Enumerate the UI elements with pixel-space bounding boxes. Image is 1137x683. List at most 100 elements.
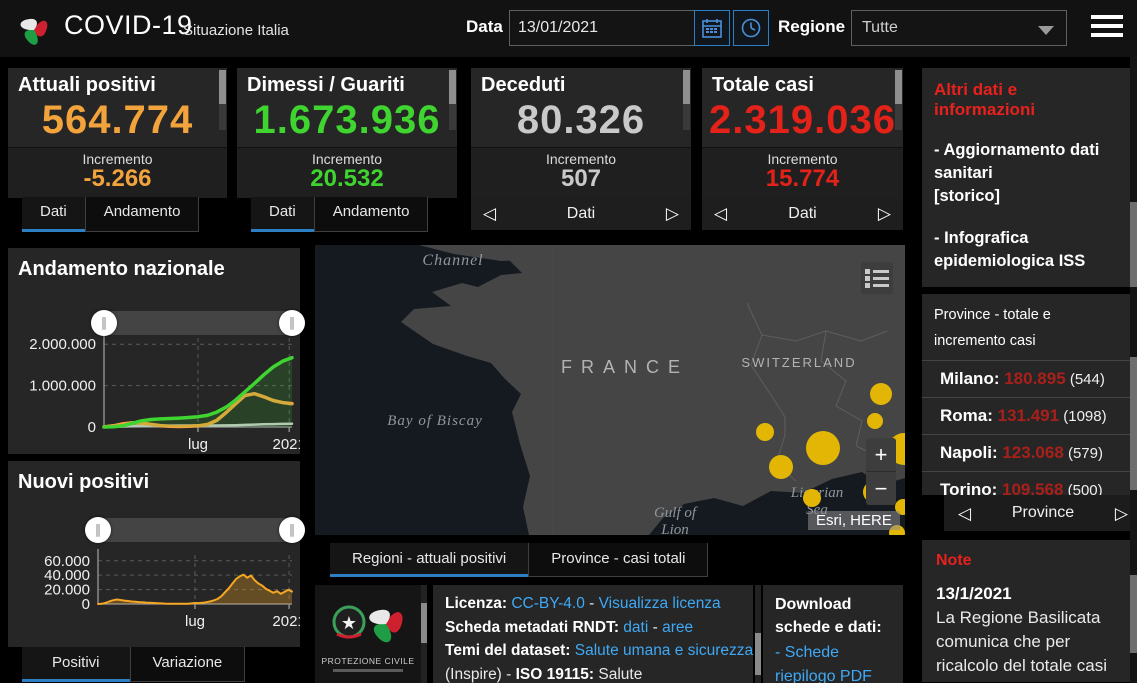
range-slider-handle-right[interactable]: ∥ — [279, 310, 305, 336]
range-slider-handle-left[interactable]: ∥ — [85, 517, 111, 543]
map[interactable]: Channel FRANCE SWITZERLAND Bay of Biscay Gul… — [315, 245, 905, 535]
scrollbar-thumb[interactable] — [683, 70, 690, 104]
logo-caption: PROTEZIONE CIVILE — [321, 656, 415, 666]
time-range-slider: ∥ ∥ — [91, 310, 305, 336]
slider-handle-icon: ∥ — [94, 522, 102, 537]
tab-regioni-attuali-positivi[interactable]: Regioni - attuali positivi — [330, 543, 529, 577]
card-value: 1.673.936 — [253, 98, 441, 142]
sidebar-link[interactable]: - Infografica epidemiologica ISS — [934, 227, 1118, 273]
scrollbar-track[interactable] — [421, 585, 427, 683]
case-bubble[interactable] — [806, 431, 840, 465]
card-totale-casi: Totale casi 2.319.036 Incremento 15.774 … — [702, 68, 903, 230]
date-input[interactable] — [509, 10, 697, 46]
case-bubble[interactable] — [870, 383, 892, 405]
note-text: La Regione Basilicata comunica che per r… — [936, 608, 1108, 682]
carousel-label: Dati — [788, 204, 817, 222]
scrollbar-thumb[interactable] — [895, 70, 902, 104]
scrollbar-thumb[interactable] — [1130, 357, 1137, 490]
tab-andamento[interactable]: Andamento — [84, 197, 200, 232]
info-panel-title: Altri dati e informazioni — [934, 80, 1036, 119]
footer-link[interactable]: Salute umana e sicurezza — [575, 642, 753, 659]
svg-text:0: 0 — [88, 419, 96, 436]
legend-icon — [865, 266, 889, 291]
card-value: 564.774 — [41, 98, 194, 142]
map-tabs: Regioni - attuali positivi Province - ca… — [315, 543, 709, 577]
scrollbar-thumb[interactable] — [1130, 575, 1137, 653]
download-panel: Download schede e dati: - Schede riepilo… — [763, 585, 903, 683]
legend-button[interactable] — [861, 262, 893, 294]
tab-andamento[interactable]: Andamento — [313, 197, 429, 232]
footer-link[interactable]: CC-BY-4.0 — [511, 595, 585, 612]
tab-positivi[interactable]: Positivi — [22, 647, 130, 682]
case-bubble[interactable] — [803, 489, 821, 507]
nuovi-positivi-chart: 60.00040.00020.0000lug2021 — [44, 549, 300, 630]
card-dimessi-guariti: Dimessi / Guariti 1.673.936 Incremento 2… — [237, 68, 457, 232]
next-arrow-icon[interactable]: ▷ — [666, 205, 679, 222]
map-label: Bay of Biscay — [387, 413, 482, 429]
app-title: COVID-19 — [64, 10, 193, 40]
prev-arrow-icon[interactable]: ◁ — [958, 505, 971, 522]
logo-subline — [333, 669, 403, 672]
map-attribution: Esri, HERE — [808, 511, 900, 530]
range-slider-track[interactable] — [98, 518, 292, 542]
next-arrow-icon[interactable]: ▷ — [1115, 505, 1128, 522]
case-bubble[interactable] — [769, 455, 793, 479]
license-lines: Licenza: CC-BY-4.0 - Visualizza licenza S… — [445, 592, 754, 683]
footer-link[interactable]: dati — [623, 619, 648, 636]
time-range-slider: ∥ ∥ — [85, 517, 305, 543]
range-slider-handle-right[interactable]: ∥ — [279, 517, 305, 543]
scrollbar-track[interactable] — [1130, 57, 1137, 683]
range-slider-handle-left[interactable]: ∥ — [91, 310, 117, 336]
province-carousel: ◁ Province ▷ — [944, 495, 1137, 531]
info-panel: Altri dati e informazioni - Aggiornament… — [922, 68, 1130, 287]
note-title: Note — [936, 552, 972, 569]
scrollbar-thumb[interactable] — [449, 70, 456, 104]
app-subtitle: Situazione Italia — [183, 22, 289, 39]
increment-value: -5.266 — [83, 165, 152, 192]
footer-link[interactable]: Visualizza licenza — [599, 595, 721, 612]
scrollbar-thumb[interactable] — [1130, 202, 1137, 287]
prev-arrow-icon[interactable]: ◁ — [714, 205, 727, 222]
scrollbar-track[interactable] — [755, 585, 761, 683]
scrollbar-thumb[interactable] — [755, 633, 761, 675]
info-links: - Aggiornamento dati sanitari [storico] -… — [934, 139, 1118, 287]
download-link[interactable]: - Schede riepilogo PDF — [775, 641, 891, 683]
card-attuali-positivi: Attuali positivi 564.774 Incremento -5.2… — [8, 68, 227, 232]
tab-province-casi-totali[interactable]: Province - casi totali — [528, 543, 709, 577]
license-panel: Licenza: CC-BY-4.0 - Visualizza licenza S… — [433, 585, 753, 683]
zoom-out-button[interactable]: − — [866, 472, 896, 505]
license-line: Temi del dataset: Salute umana e sicurez… — [445, 642, 754, 660]
map-label: Channel — [422, 252, 483, 269]
scrollbar-thumb[interactable] — [421, 603, 427, 643]
province-row: Milano: 180.895 (544) — [922, 360, 1130, 397]
footer-link[interactable]: aree — [662, 619, 693, 636]
tab-dati[interactable]: Dati — [22, 197, 85, 232]
calendar-button[interactable] — [694, 10, 730, 46]
andamento-nazionale-panel: Andamento nazionale ∥ ∥ 2.000.000 1.000.0… — [8, 248, 305, 454]
map-label: SWITZERLAND — [741, 355, 856, 370]
next-arrow-icon[interactable]: ▷ — [878, 205, 891, 222]
header: COVID-19 Situazione Italia Data 13/01/20… — [0, 0, 1137, 59]
slider-handle-icon: ∥ — [288, 315, 296, 330]
increment-value: 20.532 — [310, 165, 384, 192]
license-line: Scheda metadati RNDT: dati - aree — [445, 618, 694, 636]
time-button[interactable] — [733, 10, 769, 46]
chart-title: Nuovi positivi — [18, 471, 150, 493]
svg-text:lug: lug — [185, 613, 205, 630]
sidebar-link[interactable]: - Aggiornamento dati sanitari [storico] — [934, 139, 1118, 208]
clock-icon — [741, 18, 761, 38]
slider-handle-icon: ∥ — [100, 315, 108, 330]
zoom-in-button[interactable]: + — [866, 438, 896, 472]
tab-variazione[interactable]: Variazione — [129, 647, 246, 682]
dashboard-root: COVID-19 Situazione Italia Data 13/01/20… — [0, 0, 1137, 683]
case-bubble[interactable] — [867, 413, 883, 429]
case-bubble[interactable] — [756, 423, 774, 441]
prev-arrow-icon[interactable]: ◁ — [483, 205, 496, 222]
protezione-civile-logo: ★ PROTEZIONE CIVILE — [315, 585, 421, 683]
range-slider-track[interactable] — [104, 311, 292, 335]
scrollbar-thumb[interactable] — [219, 70, 226, 104]
tab-dati[interactable]: Dati — [251, 197, 314, 232]
region-select[interactable]: Tutte — [851, 10, 1067, 46]
chevron-down-icon — [1038, 26, 1054, 35]
hamburger-icon[interactable] — [1091, 15, 1123, 41]
